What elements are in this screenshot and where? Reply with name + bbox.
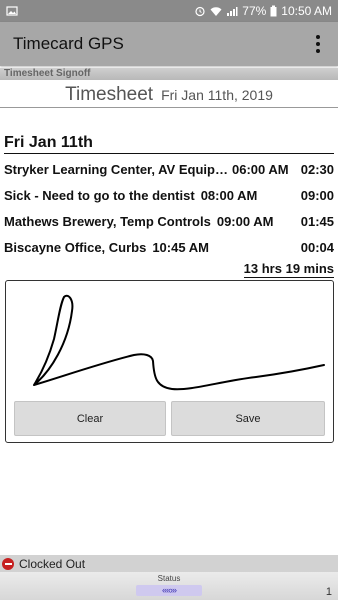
status-label: Status xyxy=(157,574,181,583)
screen: 77% 10:50 AM Timecard GPS Timesheet Sign… xyxy=(0,0,338,600)
picture-icon xyxy=(6,5,18,17)
overflow-menu-icon[interactable] xyxy=(308,30,328,58)
list-item: Biscayne Office, Curbs 10:45 AM 00:04 xyxy=(4,234,334,260)
wifi-icon xyxy=(210,5,222,17)
entry-list: Stryker Learning Center, AV Equip… 06:00… xyxy=(4,156,334,260)
list-item: Stryker Learning Center, AV Equip… 06:00… xyxy=(4,156,334,182)
battery-percent: 77% xyxy=(242,4,267,18)
clock-status-bar[interactable]: Clocked Out xyxy=(0,555,338,572)
entry-duration: 02:30 xyxy=(300,161,334,177)
entry-description: Biscayne Office, Curbs xyxy=(4,239,147,255)
bottom-bar: Status ‹‹‹‹››› 1 xyxy=(0,572,338,600)
signature-pad[interactable]: Clear Save xyxy=(5,280,334,443)
page-number: 1 xyxy=(325,586,332,598)
entry-description: Stryker Learning Center, AV Equip… xyxy=(4,161,228,177)
total-hours: 13 hrs 19 mins xyxy=(243,261,334,278)
app-title: Timecard GPS xyxy=(13,34,124,53)
signature-stroke[interactable] xyxy=(6,281,333,399)
clocked-out-icon xyxy=(2,557,14,570)
timesheet-header: Timesheet Fri Jan 11th, 2019 xyxy=(0,84,338,108)
total-row: 13 hrs 19 mins xyxy=(4,261,334,278)
entry-start-time: 09:00 AM xyxy=(216,213,274,229)
day-heading: Fri Jan 11th xyxy=(4,134,334,154)
double-chevron-icon: ‹‹‹‹››› xyxy=(136,585,202,596)
entry-start-time: 06:00 AM xyxy=(232,161,289,177)
status-drawer-handle[interactable]: Status ‹‹‹‹››› xyxy=(130,574,208,598)
app-bar: Timecard GPS xyxy=(0,22,338,66)
section-header: Timesheet Signoff xyxy=(0,68,338,80)
entry-start-time: 08:00 AM xyxy=(200,187,258,203)
clear-button[interactable]: Clear xyxy=(14,401,166,436)
signal-icon xyxy=(226,5,238,17)
clock-time: 10:50 AM xyxy=(281,4,332,18)
timesheet-title: Timesheet xyxy=(65,84,154,105)
timesheet-date: Fri Jan 11th, 2019 xyxy=(161,87,273,103)
entry-start-time: 10:45 AM xyxy=(152,239,209,255)
entry-description: Mathews Brewery, Temp Controls xyxy=(4,213,211,229)
entry-duration: 00:04 xyxy=(300,239,334,255)
save-button[interactable]: Save xyxy=(171,401,325,436)
entry-description: Sick - Need to go to the dentist xyxy=(4,187,195,203)
battery-icon xyxy=(270,5,277,17)
list-item: Sick - Need to go to the dentist 08:00 A… xyxy=(4,182,334,208)
entry-duration: 01:45 xyxy=(300,213,334,229)
alarm-icon xyxy=(194,5,206,17)
list-item: Mathews Brewery, Temp Controls 09:00 AM … xyxy=(4,208,334,234)
system-status-bar: 77% 10:50 AM xyxy=(0,0,338,22)
entry-duration: 09:00 xyxy=(300,187,334,203)
clock-status-label: Clocked Out xyxy=(19,556,86,571)
